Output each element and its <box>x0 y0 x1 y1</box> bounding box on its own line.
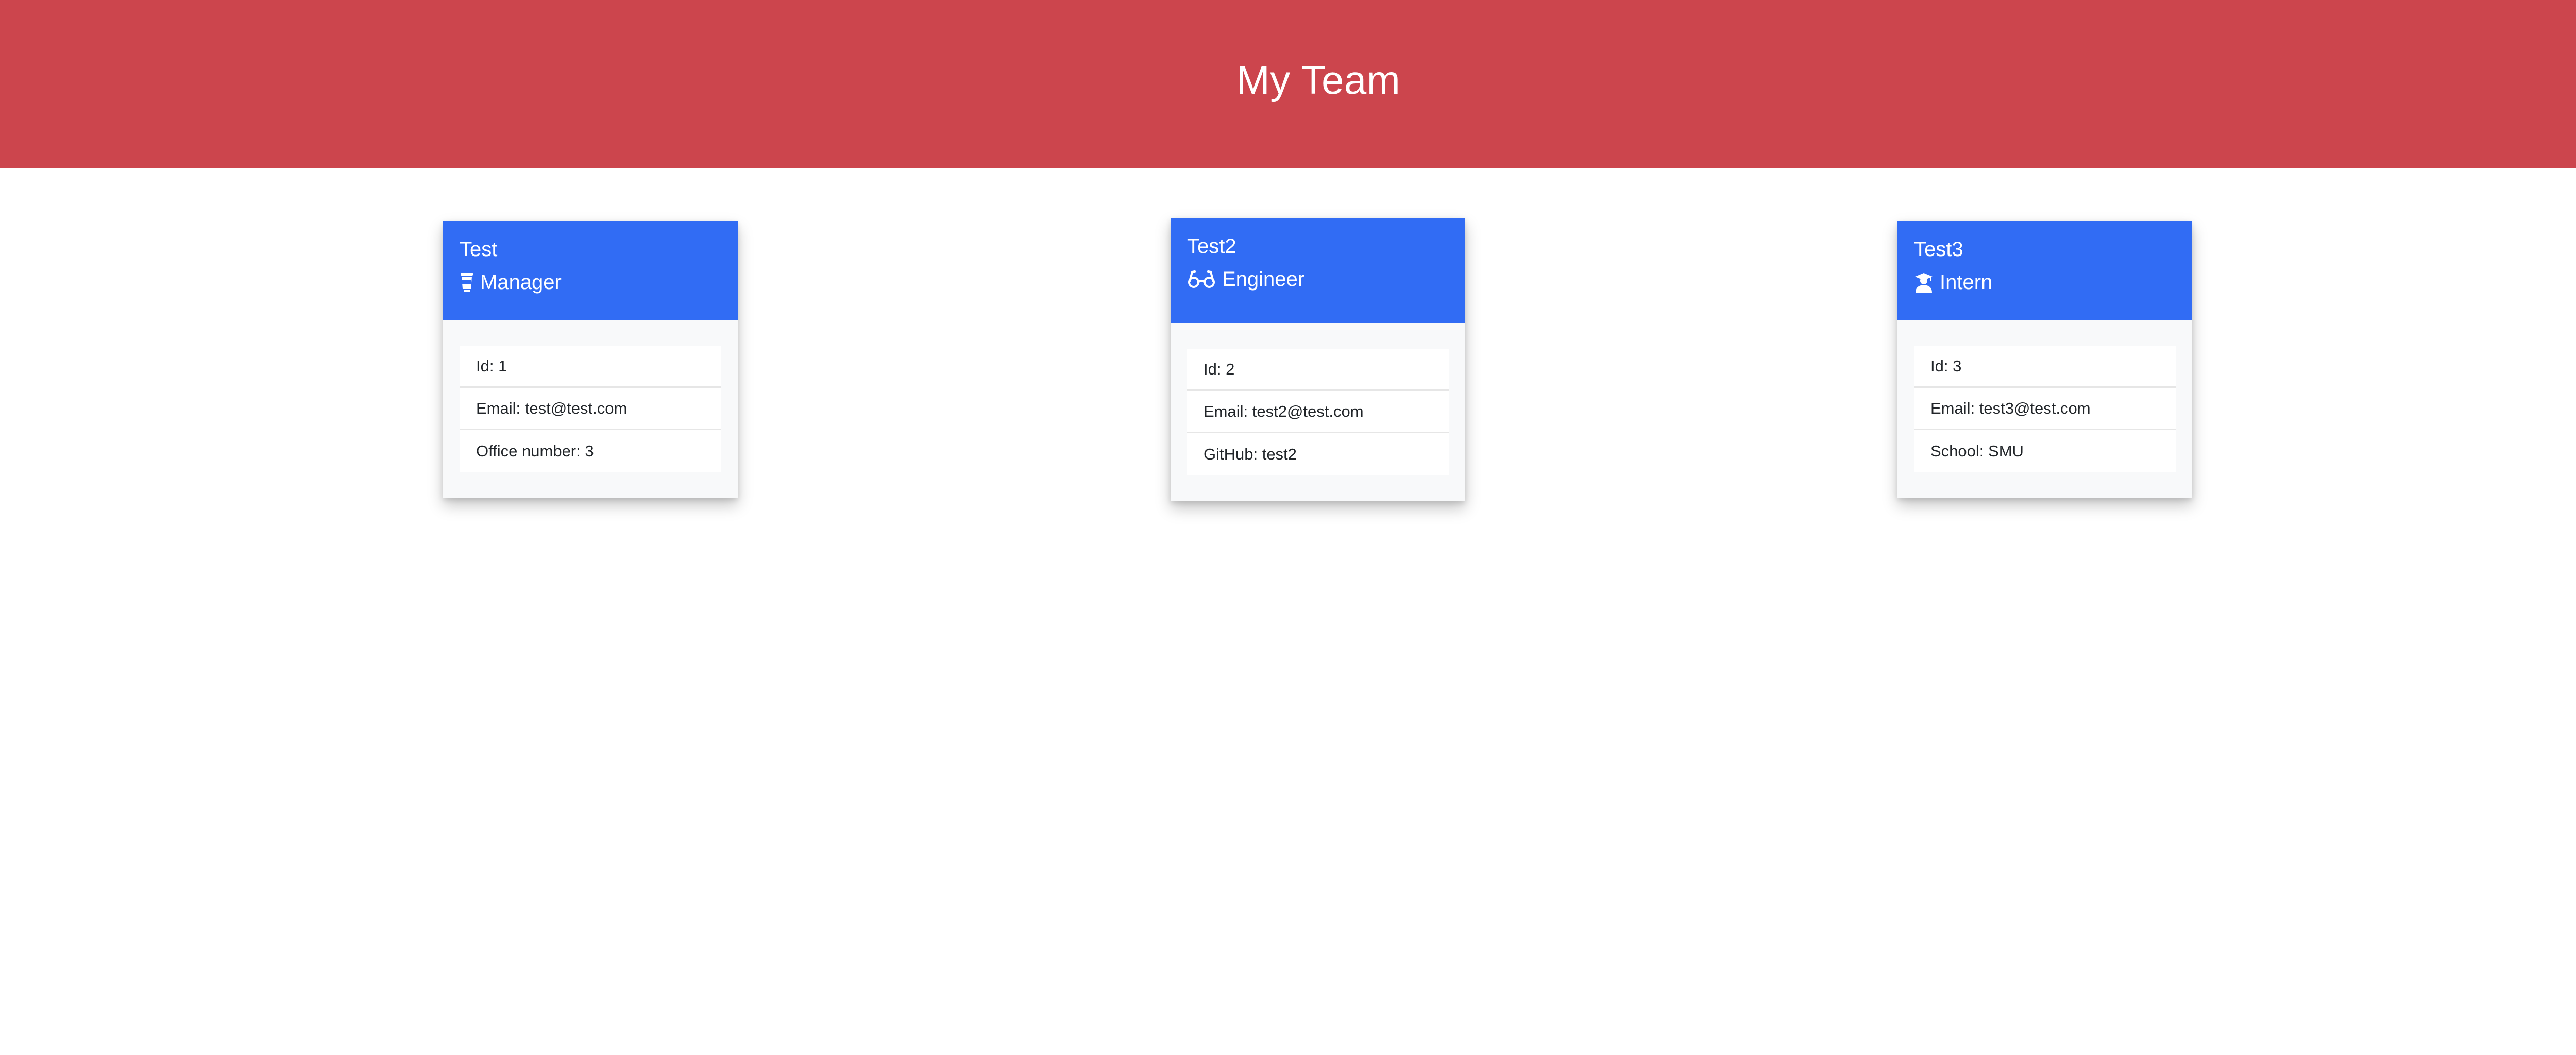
card-body: Id: 1 Email: test@test.com Office number… <box>443 320 738 498</box>
employee-name: Test <box>460 238 498 261</box>
employee-email: Email: test2@test.com <box>1187 391 1449 433</box>
employee-id: Id: 3 <box>1914 346 2176 388</box>
glasses-icon <box>1187 269 1216 290</box>
page-header: My Team <box>0 0 2576 168</box>
card-body: Id: 2 Email: test2@test.com GitHub: test… <box>1171 323 1465 501</box>
employee-office-number: Office number: 3 <box>460 430 721 472</box>
employee-email: Email: test3@test.com <box>1914 388 2176 430</box>
employee-role-label: Manager <box>480 271 562 294</box>
card-body: Id: 3 Email: test3@test.com School: SMU <box>1897 320 2192 498</box>
employee-card-engineer: Test2 Engineer Id: 2 Email: test2@test.c… <box>1171 218 1465 501</box>
employee-school: School: SMU <box>1914 430 2176 472</box>
employee-github: GitHub: test2 <box>1187 433 1449 475</box>
card-header: Test3 Intern <box>1897 221 2192 320</box>
employee-role: Intern <box>1914 269 2176 295</box>
employee-email: Email: test@test.com <box>460 388 721 430</box>
employee-role: Manager <box>460 269 721 295</box>
coffee-cup-icon <box>460 271 474 293</box>
employee-card-manager: Test Manager Id: 1 Email: test@test.com … <box>443 221 738 498</box>
card-header: Test2 Engineer <box>1171 218 1465 323</box>
employee-name: Test2 <box>1187 235 1236 258</box>
employee-role: Engineer <box>1187 266 1449 292</box>
card-header: Test Manager <box>443 221 738 320</box>
employee-card-intern: Test3 Intern Id: 3 Email: test3@test.com… <box>1897 221 2192 498</box>
employee-id: Id: 2 <box>1187 349 1449 391</box>
graduate-icon <box>1914 272 1934 293</box>
page-title: My Team <box>1236 57 1401 103</box>
employee-role-label: Intern <box>1940 271 1993 294</box>
employee-id: Id: 1 <box>460 346 721 388</box>
employee-name: Test3 <box>1914 238 1963 261</box>
employee-role-label: Engineer <box>1222 268 1305 291</box>
